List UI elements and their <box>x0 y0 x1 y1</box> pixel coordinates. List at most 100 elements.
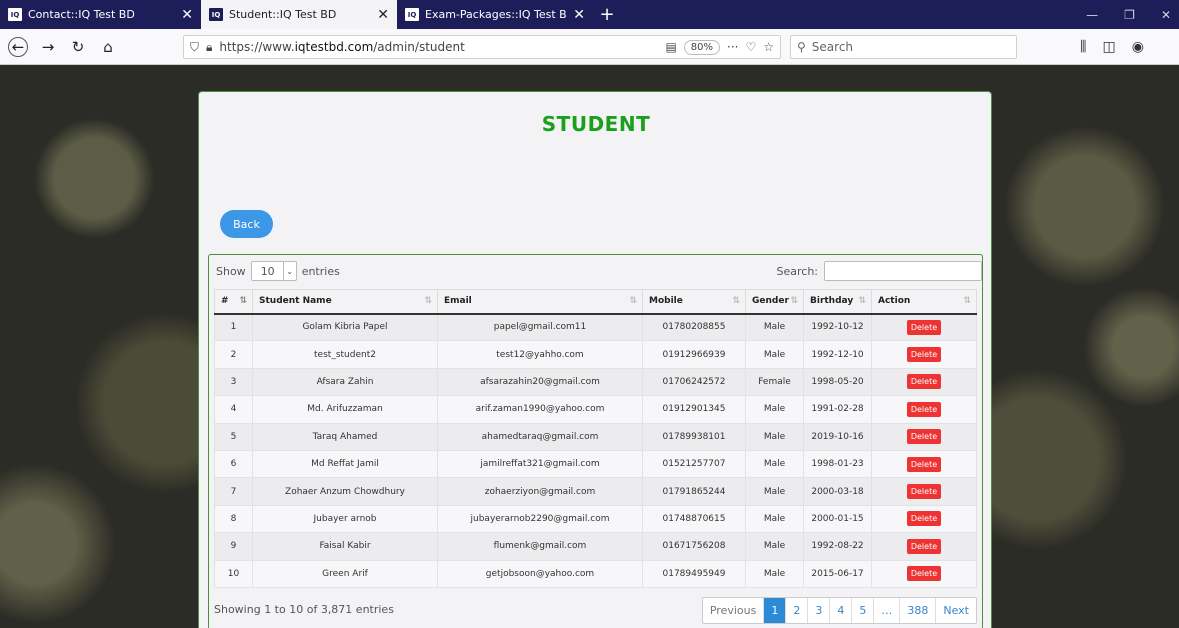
cell-action: Delete <box>871 312 977 342</box>
page-button-4[interactable]: 4 <box>829 598 851 623</box>
cell-birthday: 1992-12-10 <box>803 340 872 369</box>
site-favicon-icon: IQ <box>8 8 22 21</box>
pagination-ellipsis: … <box>873 598 899 623</box>
cell-email: afsarazahin20@gmail.com <box>437 367 643 397</box>
table-search-input[interactable] <box>824 261 982 281</box>
browser-search-input[interactable]: ⚲ Search <box>790 35 1017 59</box>
delete-button[interactable]: Delete <box>906 401 942 417</box>
sort-icon: ⇅ <box>629 296 637 306</box>
cell-number: 1 <box>214 312 253 342</box>
page-title: STUDENT <box>541 112 651 136</box>
column-header-mobile[interactable]: Mobile ⇅ <box>642 289 746 315</box>
cell-mobile: 01912966939 <box>642 340 746 369</box>
table-body: 1 Golam Kibria Papel papel@gmail.com11 0178… <box>214 312 977 588</box>
delete-button[interactable]: Delete <box>906 347 942 363</box>
table-row: 8 Jubayer arnob jubayerarnob2290@gmail.com… <box>214 504 977 534</box>
restore-icon[interactable]: ❐ <box>1124 8 1135 22</box>
search-label: Search: <box>776 264 819 278</box>
new-tab-button[interactable]: + <box>593 0 621 29</box>
zoom-level[interactable]: 80% <box>683 39 721 55</box>
cell-action: Delete <box>871 340 977 369</box>
delete-button[interactable]: Delete <box>906 566 942 582</box>
close-window-icon[interactable]: ✕ <box>1161 8 1171 22</box>
cell-gender: Male <box>745 422 804 451</box>
cell-number: 4 <box>214 395 253 424</box>
next-page-button[interactable]: Next <box>935 598 976 623</box>
close-tab-icon[interactable]: ✕ <box>573 7 585 23</box>
cell-action: Delete <box>871 422 977 451</box>
forward-icon[interactable]: → <box>38 37 58 57</box>
page-button-1[interactable]: 1 <box>763 598 786 623</box>
page-button-5[interactable]: 5 <box>851 598 873 623</box>
table-row: 7 Zohaer Anzum Chowdhury zohaerziyon@gmail… <box>214 477 977 506</box>
back-icon[interactable]: ← <box>8 36 28 57</box>
column-header-action[interactable]: Action ⇅ <box>871 289 977 315</box>
pocket-icon[interactable]: ♡ <box>745 40 756 54</box>
account-icon[interactable]: ◉ <box>1132 39 1144 55</box>
column-header-email[interactable]: Email ⇅ <box>437 289 643 315</box>
delete-button[interactable]: Delete <box>906 319 942 335</box>
cell-birthday: 1992-10-12 <box>803 312 872 342</box>
cell-birthday: 1998-01-23 <box>803 449 872 479</box>
cell-email: papel@gmail.com11 <box>437 312 643 342</box>
browser-tab-exam-packages[interactable]: IQ Exam-Packages::IQ Test BD ✕ <box>397 0 593 29</box>
tab-title: Contact::IQ Test BD <box>28 8 135 21</box>
cell-action: Delete <box>871 477 977 506</box>
show-label: Show <box>216 264 246 278</box>
cell-birthday: 2019-10-16 <box>803 422 872 451</box>
sidebar-icon[interactable]: ◫ <box>1102 39 1115 55</box>
browser-tab-student[interactable]: IQ Student::IQ Test BD ✕ <box>201 0 397 29</box>
cell-action: Delete <box>871 532 977 561</box>
column-header-student-name[interactable]: Student Name ⇅ <box>252 289 438 315</box>
cell-gender: Male <box>745 395 804 424</box>
column-header-birthday[interactable]: Birthday ⇅ <box>803 289 872 315</box>
delete-button[interactable]: Delete <box>906 374 942 390</box>
cell-mobile: 01521257707 <box>642 449 746 479</box>
cell-student-name: Green Arif <box>252 559 438 588</box>
table-row: 2 test_student2 test12@yahho.com 0191296693… <box>214 340 977 369</box>
cell-birthday: 1998-05-20 <box>803 367 872 397</box>
browser-tab-contact[interactable]: IQ Contact::IQ Test BD ✕ <box>0 0 201 29</box>
student-table-panel: Show 10 ⌄ entries Search: # ⇅ Student Nam… <box>208 254 983 628</box>
back-button[interactable]: Back <box>220 210 273 238</box>
cell-number: 6 <box>214 449 253 479</box>
page-actions-icon[interactable]: ··· <box>727 40 738 54</box>
bookmark-star-icon[interactable]: ☆ <box>763 40 774 54</box>
page-button-3[interactable]: 3 <box>807 598 829 623</box>
table-row: 1 Golam Kibria Papel papel@gmail.com11 0178… <box>214 312 977 342</box>
delete-button[interactable]: Delete <box>906 456 942 472</box>
library-icon[interactable]: ⫼ <box>1080 39 1086 55</box>
delete-button[interactable]: Delete <box>906 429 942 445</box>
delete-button[interactable]: Delete <box>906 484 942 500</box>
home-icon[interactable]: ⌂ <box>98 37 118 57</box>
cell-student-name: Golam Kibria Papel <box>252 312 438 342</box>
page-button-388[interactable]: 388 <box>899 598 935 623</box>
column-header-number[interactable]: # ⇅ <box>214 289 253 315</box>
cell-gender: Male <box>745 449 804 479</box>
tab-title: Student::IQ Test BD <box>229 8 337 21</box>
delete-button[interactable]: Delete <box>906 511 942 527</box>
page-button-2[interactable]: 2 <box>785 598 807 623</box>
cell-student-name: test_student2 <box>252 340 438 369</box>
cell-action: Delete <box>871 504 977 534</box>
reload-icon[interactable]: ↻ <box>68 37 88 57</box>
lock-icon[interactable]: 🔒︎ <box>206 40 212 55</box>
address-bar[interactable]: ⛉ 🔒︎ https://www.iqtestbd.com/admin/stud… <box>183 35 781 59</box>
minimize-icon[interactable]: — <box>1086 8 1098 22</box>
column-header-gender[interactable]: Gender ⇅ <box>745 289 804 315</box>
shield-icon[interactable]: ⛉ <box>190 40 199 55</box>
cell-number: 3 <box>214 367 253 397</box>
reader-view-icon[interactable]: ▤ <box>665 40 676 54</box>
cell-student-name: Jubayer arnob <box>252 504 438 534</box>
close-tab-icon[interactable]: ✕ <box>377 7 389 23</box>
cell-birthday: 2000-01-15 <box>803 504 872 534</box>
close-tab-icon[interactable]: ✕ <box>181 7 193 23</box>
previous-page-button[interactable]: Previous <box>703 598 764 623</box>
student-table: # ⇅ Student Name ⇅ Email ⇅ Mobile ⇅ Gender ⇅ … <box>214 289 977 588</box>
cell-number: 10 <box>214 559 253 588</box>
sort-icon: ⇅ <box>963 296 971 306</box>
entries-select[interactable]: 10 ⌄ <box>250 261 297 281</box>
url-text: https://www.iqtestbd.com/admin/student <box>219 40 465 54</box>
delete-button[interactable]: Delete <box>906 538 942 554</box>
cell-student-name: Taraq Ahamed <box>252 422 438 451</box>
